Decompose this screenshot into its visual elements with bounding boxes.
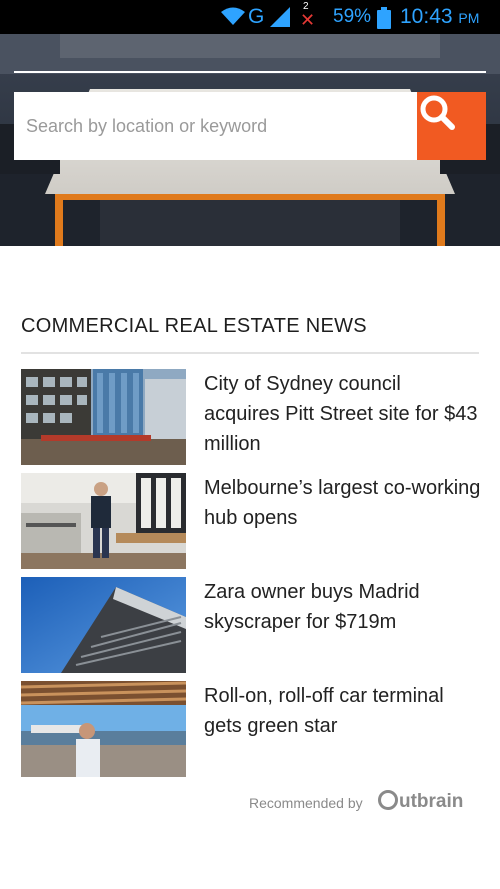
hero-banner	[0, 34, 500, 246]
outbrain-logo[interactable]: utbrain	[378, 789, 463, 815]
news-thumbnail	[21, 681, 186, 777]
network-type: G	[248, 5, 265, 28]
news-item-2[interactable]: Melbourne’s largest co-working hub opens	[21, 473, 481, 569]
outbrain-logo-text: utbrain	[399, 791, 464, 812]
signal-icon	[268, 6, 292, 35]
status-bar: G 2 ✕ 59% 10:43 PM	[0, 0, 500, 34]
news-thumbnail	[21, 577, 186, 673]
battery-percent: 59%	[333, 6, 372, 27]
recommended-label: Recommended by	[249, 795, 363, 811]
news-thumbnail	[21, 369, 186, 465]
news-headline[interactable]: Melbourne’s largest co-working hub opens	[204, 473, 481, 533]
news-item-3[interactable]: Zara owner buys Madrid skyscraper for $7…	[21, 577, 481, 673]
outbrain-o-icon	[378, 790, 398, 810]
section-title: COMMERCIAL REAL ESTATE NEWS	[21, 315, 367, 337]
battery-icon	[377, 7, 391, 36]
news-thumbnail	[21, 473, 186, 569]
wifi-icon	[220, 6, 246, 33]
clock-time: 10:43	[400, 5, 453, 28]
news-item-4[interactable]: Roll-on, roll-off car terminal gets gree…	[21, 681, 481, 777]
sim-no-signal-icon: 2 ✕	[300, 1, 316, 30]
section-divider	[21, 352, 479, 354]
news-item-1[interactable]: City of Sydney council acquires Pitt Str…	[21, 369, 481, 465]
news-headline[interactable]: Zara owner buys Madrid skyscraper for $7…	[204, 577, 481, 637]
news-headline[interactable]: City of Sydney council acquires Pitt Str…	[204, 369, 481, 459]
clock: 10:43 PM	[400, 4, 479, 31]
news-headline[interactable]: Roll-on, roll-off car terminal gets gree…	[204, 681, 481, 741]
clock-ampm: PM	[458, 10, 480, 26]
search-button[interactable]	[417, 92, 486, 160]
search-input[interactable]	[14, 92, 417, 160]
hero-divider	[14, 71, 486, 73]
